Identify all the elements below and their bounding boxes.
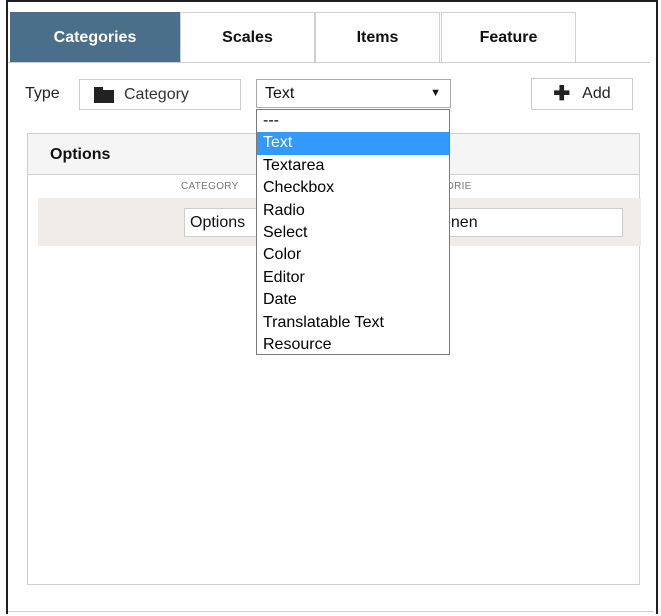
dropdown-option[interactable]: Radio [257,200,449,222]
dropdown-option-selected[interactable]: Text [257,132,449,155]
plus-icon: ✚ [553,83,571,105]
tab-feature[interactable]: Feature [441,12,576,62]
field-type-dropdown: --- Text Textarea Checkbox Radio Select … [256,109,450,355]
tab-categories[interactable]: Categories [10,12,180,62]
dropdown-option[interactable]: Select [257,222,449,244]
panel-title: Options [50,146,111,163]
column-label-category: CATEGORY [181,181,239,192]
field-type-select[interactable]: Text ▼ [256,79,451,108]
type-field[interactable]: Category [79,79,241,110]
dropdown-option[interactable]: Translatable Text [257,312,449,334]
caret-down-icon: ▼ [430,87,441,99]
tab-items[interactable]: Items [315,12,440,62]
dropdown-option[interactable]: Date [257,289,449,311]
dropdown-option[interactable]: Resource [257,334,449,356]
dropdown-option[interactable]: Color [257,244,449,266]
type-label: Type [25,85,60,102]
tab-scales[interactable]: Scales [180,12,315,62]
add-button[interactable]: ✚ Add [531,78,633,110]
dropdown-option[interactable]: Textarea [257,155,449,177]
folder-icon [94,86,114,103]
tab-divider [8,62,650,63]
dropdown-option[interactable]: --- [257,110,449,132]
category-name-input[interactable]: Options [184,208,259,237]
dropdown-option[interactable]: Checkbox [257,177,449,199]
add-label: Add [582,85,611,102]
type-value: Category [124,85,189,103]
dropdown-option[interactable]: Editor [257,267,449,289]
select-value: Text [265,84,295,102]
category-name-translation-input[interactable]: onen [436,208,623,237]
bottom-divider [8,611,653,612]
